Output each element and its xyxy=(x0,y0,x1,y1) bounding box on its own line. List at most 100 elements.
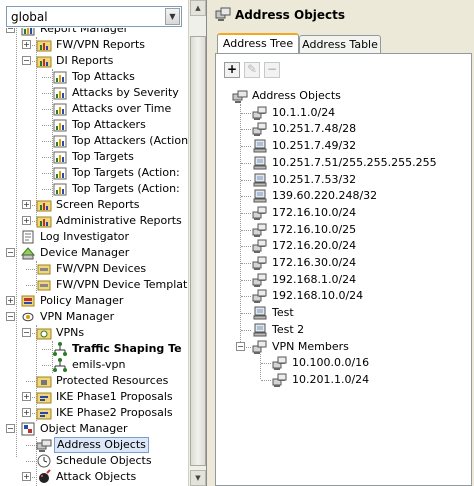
address-label: 10.1.1.0/24 xyxy=(272,106,336,119)
scroll-down-icon[interactable]: ▼ xyxy=(190,470,206,486)
sidebar-item-vpns[interactable]: VPNs xyxy=(36,325,188,341)
network-icon xyxy=(252,255,268,271)
vpn-manager-icon xyxy=(20,309,36,325)
sidebar-item-top-attacks[interactable]: Top Attacks xyxy=(52,69,188,85)
network-row[interactable]: 10.1.1.0/24 xyxy=(252,105,473,121)
tab-address-table[interactable]: Address Table xyxy=(299,35,381,54)
delete-button[interactable]: − xyxy=(264,62,280,78)
network-row[interactable]: 192.168.1.0/24 xyxy=(252,272,473,288)
host-row[interactable]: Test 2 xyxy=(252,322,473,338)
sidebar-item-label: Top Attacks xyxy=(72,70,135,83)
sidebar-item-label: Log Investigator xyxy=(40,230,130,243)
sidebar-item-label: IKE Phase1 Proposals xyxy=(56,390,173,403)
expand-icon[interactable]: + xyxy=(22,408,31,417)
tree-connector xyxy=(241,230,251,231)
sidebar-item-fw-vpn-reports[interactable]: FW/VPN Reports xyxy=(36,37,188,53)
network-row[interactable]: 10.201.1.0/24 xyxy=(272,372,473,388)
edit-button[interactable]: ✎ xyxy=(244,62,260,78)
address-label: 172.16.10.0/24 xyxy=(272,206,357,219)
sidebar-item-fw-vpn-device-template[interactable]: FW/VPN Device Template xyxy=(36,277,188,293)
network-icon xyxy=(252,121,268,137)
vpn-topology-icon xyxy=(52,357,68,373)
collapse-icon[interactable]: − xyxy=(22,328,31,337)
tree-connector xyxy=(241,129,251,130)
address-tree-root[interactable]: Address Objects xyxy=(232,88,473,104)
group-icon xyxy=(252,339,268,355)
sidebar-item-policy-manager[interactable]: Policy Manager xyxy=(20,293,188,309)
sidebar-item-address-objects[interactable]: Address Objects xyxy=(36,437,188,453)
sidebar-item-administrative-reports[interactable]: Administrative Reports xyxy=(36,213,188,229)
log-investigator-icon xyxy=(20,229,36,245)
sidebar-item-emils-vpn[interactable]: emils-vpn xyxy=(52,357,188,373)
network-row[interactable]: 172.16.10.0/24 xyxy=(252,205,473,221)
address-root-icon xyxy=(232,88,248,104)
expand-icon[interactable]: + xyxy=(22,40,31,49)
scrollbar-thumb[interactable] xyxy=(190,36,206,466)
tree-connector xyxy=(241,113,251,114)
expand-icon[interactable]: + xyxy=(22,216,31,225)
host-row[interactable]: 139.60.220.248/32 xyxy=(252,188,473,204)
collapse-icon[interactable]: − xyxy=(6,312,15,321)
network-row[interactable]: 172.16.30.0/24 xyxy=(252,255,473,271)
sidebar-item-attacks-over-time[interactable]: Attacks over Time xyxy=(52,101,188,117)
chevron-down-icon[interactable]: ▼ xyxy=(165,8,180,25)
sidebar-item-report-manager[interactable]: Report Manager xyxy=(20,28,188,37)
sidebar-item-traffic-shaping-te[interactable]: Traffic Shaping Te xyxy=(52,341,188,357)
host-row[interactable]: 10.251.7.49/32 xyxy=(252,138,473,154)
expand-icon[interactable]: + xyxy=(22,200,31,209)
collapse-icon[interactable]: − xyxy=(22,56,31,65)
report-icon xyxy=(52,149,68,165)
sidebar-item-top-targets[interactable]: Top Targets xyxy=(52,149,188,165)
host-icon xyxy=(252,188,268,204)
sidebar-item-log-investigator[interactable]: Log Investigator xyxy=(20,229,188,245)
add-button[interactable]: + xyxy=(224,62,240,78)
sidebar-item-attacks-by-severity[interactable]: Attacks by Severity xyxy=(52,85,188,101)
address-objects-icon xyxy=(215,7,231,21)
sidebar-item-top-targets-action[interactable]: Top Targets (Action: xyxy=(52,181,188,197)
group-row[interactable]: VPN Members xyxy=(252,339,473,355)
sidebar-item-screen-reports[interactable]: Screen Reports xyxy=(36,197,188,213)
network-row[interactable]: 172.16.10.0/25 xyxy=(252,222,473,238)
sidebar-item-attack-objects[interactable]: Attack Objects xyxy=(36,469,188,485)
sidebar-item-schedule-objects[interactable]: Schedule Objects xyxy=(36,453,188,469)
sidebar-item-protected-resources[interactable]: Protected Resources xyxy=(36,373,188,389)
tree-connector xyxy=(26,445,35,446)
sidebar-item-di-reports[interactable]: DI Reports xyxy=(36,53,188,69)
expand-icon[interactable]: + xyxy=(22,392,31,401)
host-row[interactable]: 10.251.7.53/32 xyxy=(252,172,473,188)
collapse-icon[interactable]: − xyxy=(6,424,15,433)
collapse-icon[interactable]: − xyxy=(236,342,245,351)
address-tree: Address Objects 10.1.1.0/24 10.251.7.48/28… xyxy=(216,86,473,486)
collapse-icon[interactable]: − xyxy=(6,248,15,257)
host-icon xyxy=(252,305,268,321)
domain-selector[interactable]: global ▼ xyxy=(6,6,182,27)
collapse-icon[interactable]: − xyxy=(6,28,15,33)
sidebar-item-label: Top Targets (Action: xyxy=(72,182,180,195)
sidebar-item-top-attackers[interactable]: Top Attackers xyxy=(52,117,188,133)
navigation-scrollbar[interactable]: ▲ ▼ xyxy=(188,0,206,486)
content-header: Address Objects xyxy=(209,0,474,30)
network-row[interactable]: 172.16.20.0/24 xyxy=(252,238,473,254)
sidebar-item-top-targets-action[interactable]: Top Targets (Action: xyxy=(52,165,188,181)
network-icon xyxy=(272,372,288,388)
network-row[interactable]: 10.251.7.48/28 xyxy=(252,121,473,137)
address-label: 192.168.10.0/24 xyxy=(272,289,364,302)
expand-icon[interactable]: + xyxy=(22,472,31,481)
sidebar-item-ike-phase1-proposals[interactable]: IKE Phase1 Proposals xyxy=(36,389,188,405)
sidebar-item-ike-phase2-proposals[interactable]: IKE Phase2 Proposals xyxy=(36,405,188,421)
scroll-up-icon[interactable]: ▲ xyxy=(190,0,206,16)
network-row[interactable]: 10.100.0.0/16 xyxy=(272,355,473,371)
report-folder-icon xyxy=(36,213,52,229)
host-row[interactable]: 10.251.7.51/255.255.255.255 xyxy=(252,155,473,171)
sidebar-item-fw-vpn-devices[interactable]: FW/VPN Devices xyxy=(36,261,188,277)
tree-connector xyxy=(42,109,51,110)
sidebar-item-label: Attack Objects xyxy=(56,470,137,483)
sidebar-item-object-manager[interactable]: Object Manager xyxy=(20,421,188,437)
sidebar-item-device-manager[interactable]: Device Manager xyxy=(20,245,188,261)
sidebar-item-vpn-manager[interactable]: VPN Manager xyxy=(20,309,188,325)
network-row[interactable]: 192.168.10.0/24 xyxy=(252,288,473,304)
expand-icon[interactable]: + xyxy=(6,296,15,305)
host-row[interactable]: Test xyxy=(252,305,473,321)
sidebar-item-top-attackers-action[interactable]: Top Attackers (Action xyxy=(52,133,188,149)
tab-address-tree[interactable]: Address Tree xyxy=(217,33,299,54)
